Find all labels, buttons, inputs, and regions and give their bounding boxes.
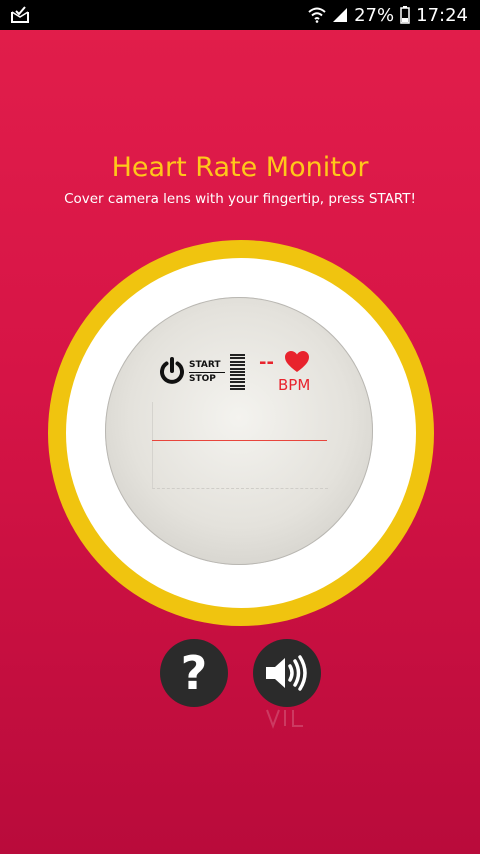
wifi-icon — [308, 7, 326, 23]
battery-icon — [400, 6, 410, 24]
help-button[interactable]: ? — [160, 639, 228, 707]
app-title: Heart Rate Monitor — [111, 152, 369, 183]
status-bar: 27% 17:24 — [0, 0, 480, 30]
pulse-graph-line — [152, 440, 327, 441]
signal-level-meter — [230, 354, 245, 392]
status-right: 27% 17:24 — [308, 0, 468, 30]
mail-check-icon — [10, 6, 30, 24]
speaker-icon — [266, 655, 307, 691]
start-stop-button[interactable]: START STOP — [189, 360, 225, 385]
power-icon[interactable] — [157, 356, 187, 386]
question-icon: ? — [180, 646, 208, 700]
start-stop-divider — [189, 372, 225, 373]
pulse-graph — [152, 402, 328, 489]
signal-icon — [332, 7, 348, 23]
bpm-unit-label: BPM — [278, 376, 311, 394]
heart-icon — [284, 350, 310, 374]
instruction-text: Cover camera lens with your fingertip, p… — [64, 191, 416, 207]
stop-label: STOP — [189, 374, 216, 384]
battery-percent: 27% — [354, 4, 395, 26]
sound-button[interactable] — [253, 639, 321, 707]
clock-time: 17:24 — [416, 4, 468, 26]
bpm-value: -- — [259, 352, 274, 373]
watermark-mark — [263, 706, 323, 730]
start-label: START — [189, 360, 221, 370]
